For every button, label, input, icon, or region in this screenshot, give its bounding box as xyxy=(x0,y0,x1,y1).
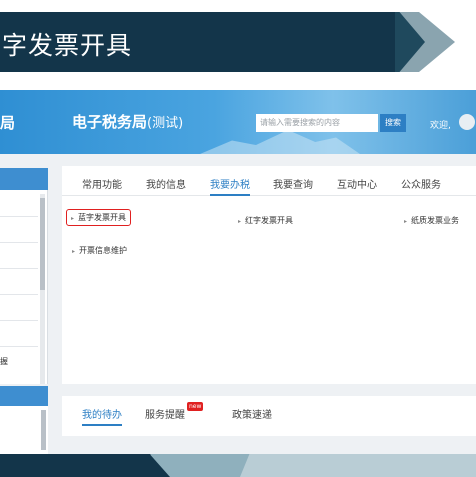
footer-stripe-mid xyxy=(240,454,476,477)
search-input[interactable]: 请输入需要搜索的内容 xyxy=(256,114,378,132)
function-label: 纸质发票业务 xyxy=(411,216,460,225)
arrow-right-icon: ▸ xyxy=(71,215,75,222)
tab-my-info[interactable]: 我的信息 xyxy=(146,176,186,196)
sidebar-lower-header xyxy=(0,386,48,406)
site-name-sub: (测试) xyxy=(147,116,184,131)
arrow-right-icon: ▸ xyxy=(72,248,76,255)
avatar[interactable] xyxy=(459,114,475,130)
arrow-right-icon: ▸ xyxy=(238,218,242,225)
tab-service-reminder[interactable]: 服务提醒 xyxy=(145,406,185,426)
invoice-info-maintenance-link[interactable]: ▸ 开票信息维护 xyxy=(72,245,127,256)
tab-my-todo[interactable]: 我的待办 xyxy=(82,406,122,426)
sidebar-item[interactable] xyxy=(0,320,38,321)
welcome-text: 欢迎, xyxy=(430,121,451,131)
tab-policy-news[interactable]: 政策速递 xyxy=(232,406,272,426)
header-band-arrow xyxy=(395,12,455,72)
paper-invoice-link[interactable]: ▸ 纸质发票业务 xyxy=(404,215,459,226)
site-name-main: 电子税务局 xyxy=(72,113,148,131)
sidebar-item-label: 握 xyxy=(0,357,8,366)
sidebar-item[interactable] xyxy=(0,216,38,217)
tab-tax-handling[interactable]: 我要办税 xyxy=(210,176,250,196)
site-left-label: 局 xyxy=(0,114,16,132)
left-sidebar-lower xyxy=(0,386,48,454)
blue-invoice-link[interactable]: ▸ 蓝字发票开具 xyxy=(66,209,132,226)
tab-common[interactable]: 常用功能 xyxy=(82,176,122,196)
sidebar-item[interactable] xyxy=(0,242,38,243)
function-label: 开票信息维护 xyxy=(79,246,128,255)
function-label: 蓝字发票开具 xyxy=(78,213,127,222)
tab-interaction[interactable]: 互动中心 xyxy=(337,176,377,196)
sidebar-header xyxy=(0,168,48,190)
slide-header: 字发票开具 xyxy=(0,0,476,72)
new-badge: new xyxy=(187,402,204,411)
sidebar-item[interactable] xyxy=(0,268,38,269)
site-banner: 局 电子税务局(测试) 请输入需要搜索的内容 搜索 欢迎, xyxy=(0,90,476,154)
red-invoice-link[interactable]: ▸ 红字发票开具 xyxy=(238,215,293,226)
content-panel: 常用功能 我的信息 我要办税 我要查询 互动中心 公众服务 ▸ 蓝字发票开具 ▸ 红… xyxy=(62,166,476,384)
search-button[interactable]: 搜索 xyxy=(380,114,406,132)
left-sidebar: 握 xyxy=(0,168,48,384)
footer-stripe-dark xyxy=(0,454,170,477)
sidebar-lower-scrollbar[interactable] xyxy=(41,410,46,450)
site-name: 电子税务局(测试) xyxy=(72,111,183,132)
sidebar-item[interactable] xyxy=(0,294,38,295)
tab-public-service[interactable]: 公众服务 xyxy=(401,176,441,196)
tab-query[interactable]: 我要查询 xyxy=(273,176,313,196)
sidebar-item[interactable] xyxy=(0,346,38,347)
arrow-right-icon: ▸ xyxy=(404,218,408,225)
slide-footer xyxy=(0,454,476,477)
tab-bar: 常用功能 我的信息 我要办税 我要查询 互动中心 公众服务 xyxy=(62,172,476,196)
bottom-panel: 我的待办 服务提醒 new 政策速递 xyxy=(62,396,476,436)
sidebar-scrollbar-thumb[interactable] xyxy=(40,198,45,290)
slide-title: 字发票开具 xyxy=(2,31,133,60)
function-label: 红字发票开具 xyxy=(245,216,294,225)
